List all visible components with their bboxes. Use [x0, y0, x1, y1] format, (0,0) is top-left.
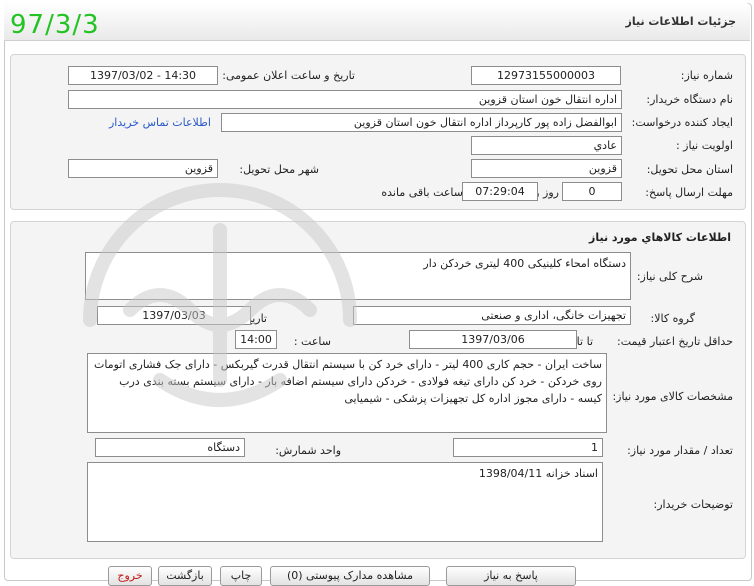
- goods-section-title: اطلاعات کالاهاي مورد نیاز: [589, 231, 731, 244]
- hour-label: ساعت :: [293, 335, 331, 348]
- summary-field[interactable]: دستگاه امحاء کلینیکی 400 لیتری خردکن دار: [85, 252, 631, 300]
- hour-field[interactable]: 14:00: [235, 330, 277, 349]
- need-date-field[interactable]: 1397/03/03: [97, 306, 251, 325]
- buyer-org-label: نام دستگاه خریدار:: [646, 93, 733, 106]
- page-title: جزئیات اطلاعات نیاز: [625, 15, 737, 28]
- back-button[interactable]: بازگشت: [158, 566, 212, 586]
- unit-field[interactable]: دستگاه: [95, 438, 245, 457]
- need-info-panel: شماره نیاز: 12973155000003 تاریخ و ساعت …: [10, 54, 746, 210]
- days-field[interactable]: 0: [562, 182, 622, 201]
- need-number-label: شماره نیاز:: [680, 69, 733, 82]
- time-left-unit: ساعت باقی مانده: [381, 186, 463, 199]
- need-number-field[interactable]: 12973155000003: [471, 66, 621, 85]
- unit-label: واحد شمارش:: [275, 444, 341, 457]
- qty-label: تعداد / مقدار مورد نیاز:: [627, 444, 733, 457]
- reply-button[interactable]: پاسخ به نیاز: [446, 566, 576, 586]
- announce-field[interactable]: 1397/03/02 - 14:30: [68, 66, 218, 85]
- group-field[interactable]: تجهیزات خانگی، اداری و صنعتی: [353, 306, 631, 325]
- validity-label: حداقل تاریخ اعتبار قیمت:: [617, 335, 733, 348]
- announce-label: تاریخ و ساعت اعلان عمومی:: [222, 69, 355, 82]
- time-left-field[interactable]: 07:29:04: [462, 182, 538, 201]
- buyer-notes-field[interactable]: اسناد خزانه 1398/04/11: [87, 462, 603, 542]
- province-field[interactable]: قزوین: [471, 159, 622, 178]
- priority-label: اولویت نیاز :: [675, 139, 733, 152]
- specs-label: مشخصات کالای مورد نیاز:: [612, 390, 733, 403]
- specs-field[interactable]: ساخت ایران - حجم کاری 400 لیتر - دارای خ…: [87, 353, 607, 433]
- print-button[interactable]: چاپ: [220, 566, 262, 586]
- goods-info-panel: اطلاعات کالاهاي مورد نیاز شرح کلی نیاز: …: [10, 221, 746, 559]
- title-bar: جزئیات اطلاعات نیاز: [4, 3, 750, 41]
- buyer-org-field[interactable]: اداره انتقال خون استان قزوین: [68, 90, 622, 109]
- summary-label: شرح کلی نیاز:: [636, 270, 703, 283]
- exit-button[interactable]: خروج: [108, 566, 152, 586]
- city-label: شهر محل تحویل:: [239, 163, 319, 176]
- group-label: گروه کالا:: [650, 312, 695, 325]
- requester-label: ایجاد کننده درخواست:: [631, 116, 733, 129]
- until-date-field[interactable]: 1397/03/06: [409, 330, 577, 349]
- qty-field[interactable]: 1: [453, 438, 603, 457]
- deadline-label: مهلت ارسال پاسخ:: [645, 186, 733, 199]
- buyer-contact-link[interactable]: اطلاعات تماس خریدار: [109, 116, 211, 129]
- priority-field[interactable]: عادي: [471, 136, 622, 155]
- date-stamp: 97/3/3: [10, 10, 100, 40]
- requester-field[interactable]: ابوالفضل زاده پور کارپرداز اداره انتقال …: [221, 113, 622, 132]
- province-label: استان محل تحویل:: [646, 163, 733, 176]
- view-attachments-button[interactable]: مشاهده مدارک پیوستی (0): [270, 566, 430, 586]
- city-field[interactable]: قزوین: [68, 159, 218, 178]
- buyer-notes-label: توضیحات خریدار:: [653, 498, 734, 511]
